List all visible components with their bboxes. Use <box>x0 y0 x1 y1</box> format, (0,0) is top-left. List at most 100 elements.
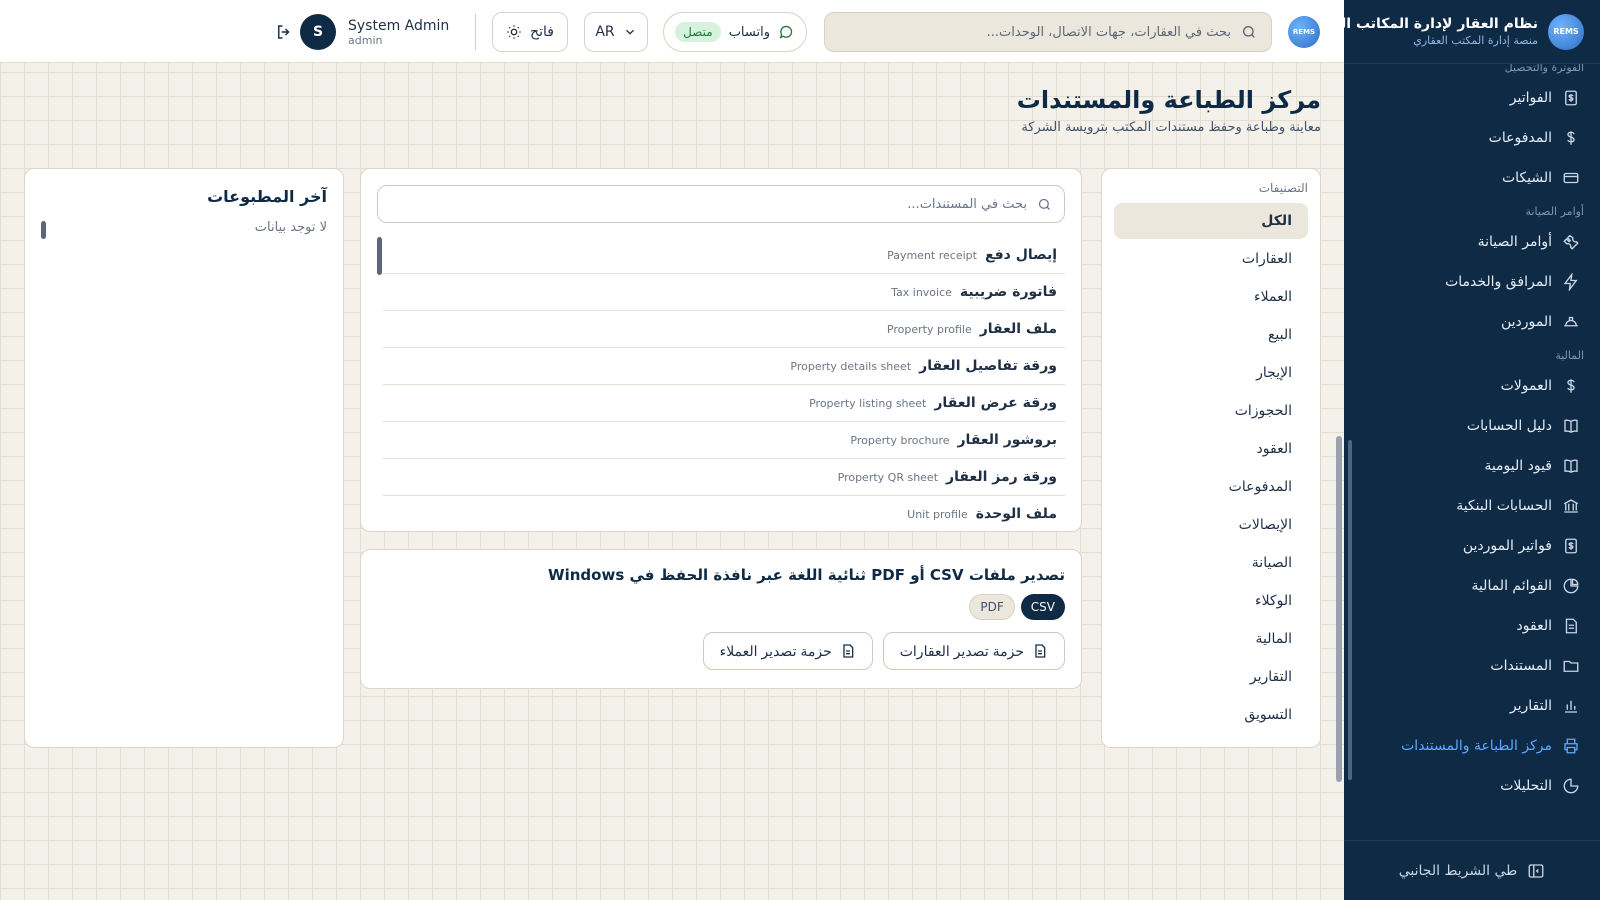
dollar-icon <box>1562 129 1580 147</box>
category-item-marketing[interactable]: التسويق <box>1114 697 1308 733</box>
format-csv-button[interactable]: CSV <box>1020 594 1065 620</box>
sidebar-item-label: المدفوعات <box>1488 130 1552 146</box>
category-item-all[interactable]: الكل <box>1114 203 1308 239</box>
category-item-payments[interactable]: المدفوعات <box>1114 469 1308 505</box>
document-title-ar: بروشور العقار <box>957 432 1058 448</box>
hard-hat-icon <box>1562 313 1580 331</box>
sidebar-item-print-center[interactable]: مركز الطباعة والمستندات <box>1344 726 1600 766</box>
sidebar-section-finance: المالية <box>1555 349 1584 362</box>
collapse-sidebar-label: طي الشريط الجانبي <box>1398 862 1518 879</box>
category-item-sales[interactable]: البيع <box>1114 317 1308 353</box>
category-item-clients[interactable]: العملاء <box>1114 279 1308 315</box>
search-icon <box>1037 197 1052 212</box>
document-title-ar: ملف العقار <box>979 321 1057 337</box>
category-item-maintenance[interactable]: الصيانة <box>1114 545 1308 581</box>
sidebar-item-bank-accounts[interactable]: الحسابات البنكية <box>1344 486 1600 526</box>
book-icon <box>1562 457 1580 475</box>
sidebar-item-label: مركز الطباعة والمستندات <box>1401 738 1552 754</box>
category-item-reports[interactable]: التقارير <box>1114 659 1308 695</box>
category-item-properties[interactable]: العقارات <box>1114 241 1308 277</box>
sidebar-item-maintenance-orders[interactable]: أوامر الصيانة <box>1344 222 1600 262</box>
sidebar-item-label: الفواتير <box>1509 90 1552 106</box>
logout-icon <box>275 23 293 41</box>
topbar-divider <box>475 14 476 50</box>
user-role: admin <box>348 33 383 47</box>
bank-icon <box>1562 497 1580 515</box>
category-item-finance[interactable]: المالية <box>1114 621 1308 657</box>
document-title-en: Property QR sheet <box>837 470 939 484</box>
language-select[interactable]: AR <box>584 12 648 52</box>
document-title-ar: ملف الوحدة <box>975 506 1057 522</box>
documents-search-placeholder: بحث في المستندات... <box>907 196 1027 212</box>
category-item-bookings[interactable]: الحجوزات <box>1114 393 1308 429</box>
pie-chart-icon <box>1562 577 1580 595</box>
whatsapp-status-button[interactable]: واتساب متصل <box>663 12 807 52</box>
document-title-en: Payment receipt <box>887 248 977 262</box>
export-properties-pack-label: حزمة تصدير العقارات <box>899 642 1024 659</box>
recent-prints-scrollbar[interactable] <box>41 221 46 239</box>
category-item-receipts[interactable]: الإيصالات <box>1114 507 1308 543</box>
brand-logo[interactable]: REMS <box>1548 13 1584 50</box>
sidebar-item-payments[interactable]: المدفوعات <box>1344 118 1600 158</box>
export-clients-pack-button[interactable]: حزمة تصدير العملاء <box>702 632 873 670</box>
document-row[interactable]: ملف العقار Property profile <box>383 311 1065 348</box>
sidebar-item-label: فواتير الموردين <box>1462 538 1552 554</box>
sidebar-item-reports[interactable]: التقارير <box>1344 686 1600 726</box>
sidebar-item-documents[interactable]: المستندات <box>1344 646 1600 686</box>
export-properties-pack-button[interactable]: حزمة تصدير العقارات <box>882 632 1065 670</box>
sidebar-item-invoices[interactable]: الفواتير <box>1344 78 1600 118</box>
logout-button[interactable] <box>272 20 296 44</box>
main-scrollbar[interactable] <box>1336 436 1342 782</box>
document-row[interactable]: ملف الوحدة Unit profile <box>383 496 1065 523</box>
panel-collapse-icon <box>1527 862 1545 880</box>
category-item-contracts[interactable]: العقود <box>1114 431 1308 467</box>
category-item-agents[interactable]: الوكلاء <box>1114 583 1308 619</box>
document-row[interactable]: بروشور العقار Property brochure <box>383 422 1065 459</box>
document-title-en: Unit profile <box>907 507 968 521</box>
sidebar-item-vendors[interactable]: الموردين <box>1344 302 1600 342</box>
document-row[interactable]: فاتورة ضريبية Tax invoice <box>383 274 1065 311</box>
invoice-dollar-icon <box>1562 89 1580 107</box>
header-logo[interactable]: REMS <box>1288 16 1320 48</box>
sidebar-item-contracts[interactable]: العقود <box>1344 606 1600 646</box>
format-pdf-button[interactable]: PDF <box>969 594 1015 620</box>
sidebar-item-label: الحسابات البنكية <box>1456 498 1552 514</box>
sidebar-item-label: الشيكات <box>1501 170 1552 186</box>
documents-search-input[interactable]: بحث في المستندات... <box>377 185 1065 223</box>
document-title-ar: فاتورة ضريبية <box>959 284 1057 300</box>
theme-label: فاتح <box>530 24 554 40</box>
sidebar-item-analytics[interactable]: التحليلات <box>1344 766 1600 806</box>
category-item-rent[interactable]: الإيجار <box>1114 355 1308 391</box>
sidebar-item-utilities[interactable]: المرافق والخدمات <box>1344 262 1600 302</box>
sidebar-nav: الفوترة والتحصيل الفواتير المدفوعات الشي… <box>1344 64 1600 840</box>
sidebar-item-commissions[interactable]: العمولات <box>1344 366 1600 406</box>
sidebar-item-vendor-invoices[interactable]: فواتير الموردين <box>1344 526 1600 566</box>
file-text-icon <box>840 643 856 659</box>
export-title: تصدير ملفات CSV أو PDF ثنائية اللغة عبر … <box>548 566 1065 584</box>
sidebar-item-journal-entries[interactable]: قيود اليومية <box>1344 446 1600 486</box>
sidebar: REMS نظام العقار لإدارة المكاتب العقارية… <box>1296 0 1600 900</box>
sidebar-section-maintenance: أوامر الصيانة <box>1525 205 1584 218</box>
sidebar-item-label: الموردين <box>1500 314 1552 330</box>
whatsapp-icon <box>778 24 794 40</box>
documents-scrollbar[interactable] <box>377 237 382 275</box>
document-row[interactable]: ورقة عرض العقار Property listing sheet <box>383 385 1065 422</box>
theme-toggle-button[interactable]: فاتح <box>492 12 568 52</box>
sidebar-item-label: دليل الحسابات <box>1466 418 1552 434</box>
language-label: AR <box>595 24 615 40</box>
document-row[interactable]: ورقة تفاصيل العقار Property details shee… <box>383 348 1065 385</box>
format-selector: CSV PDF <box>377 594 1065 620</box>
sidebar-item-financial-statements[interactable]: القوائم المالية <box>1344 566 1600 606</box>
sidebar-scrollbar[interactable] <box>1348 440 1352 780</box>
collapse-sidebar-button[interactable]: طي الشريط الجانبي <box>1344 840 1600 900</box>
document-row[interactable]: إيصال دفع Payment receipt <box>383 237 1065 274</box>
categories-title: التصنيفات <box>1258 181 1308 195</box>
sidebar-item-cheques[interactable]: الشيكات <box>1344 158 1600 198</box>
sidebar-item-chart-of-accounts[interactable]: دليل الحسابات <box>1344 406 1600 446</box>
export-clients-pack-label: حزمة تصدير العملاء <box>719 642 832 659</box>
user-menu[interactable]: S System Admin admin <box>300 12 460 52</box>
pie-chart-icon <box>1562 777 1580 795</box>
document-row[interactable]: ورقة رمز العقار Property QR sheet <box>383 459 1065 496</box>
sidebar-item-label: قيود اليومية <box>1484 458 1552 474</box>
global-search-input[interactable]: بحث في العقارات، جهات الاتصال، الوحدات..… <box>824 12 1272 52</box>
